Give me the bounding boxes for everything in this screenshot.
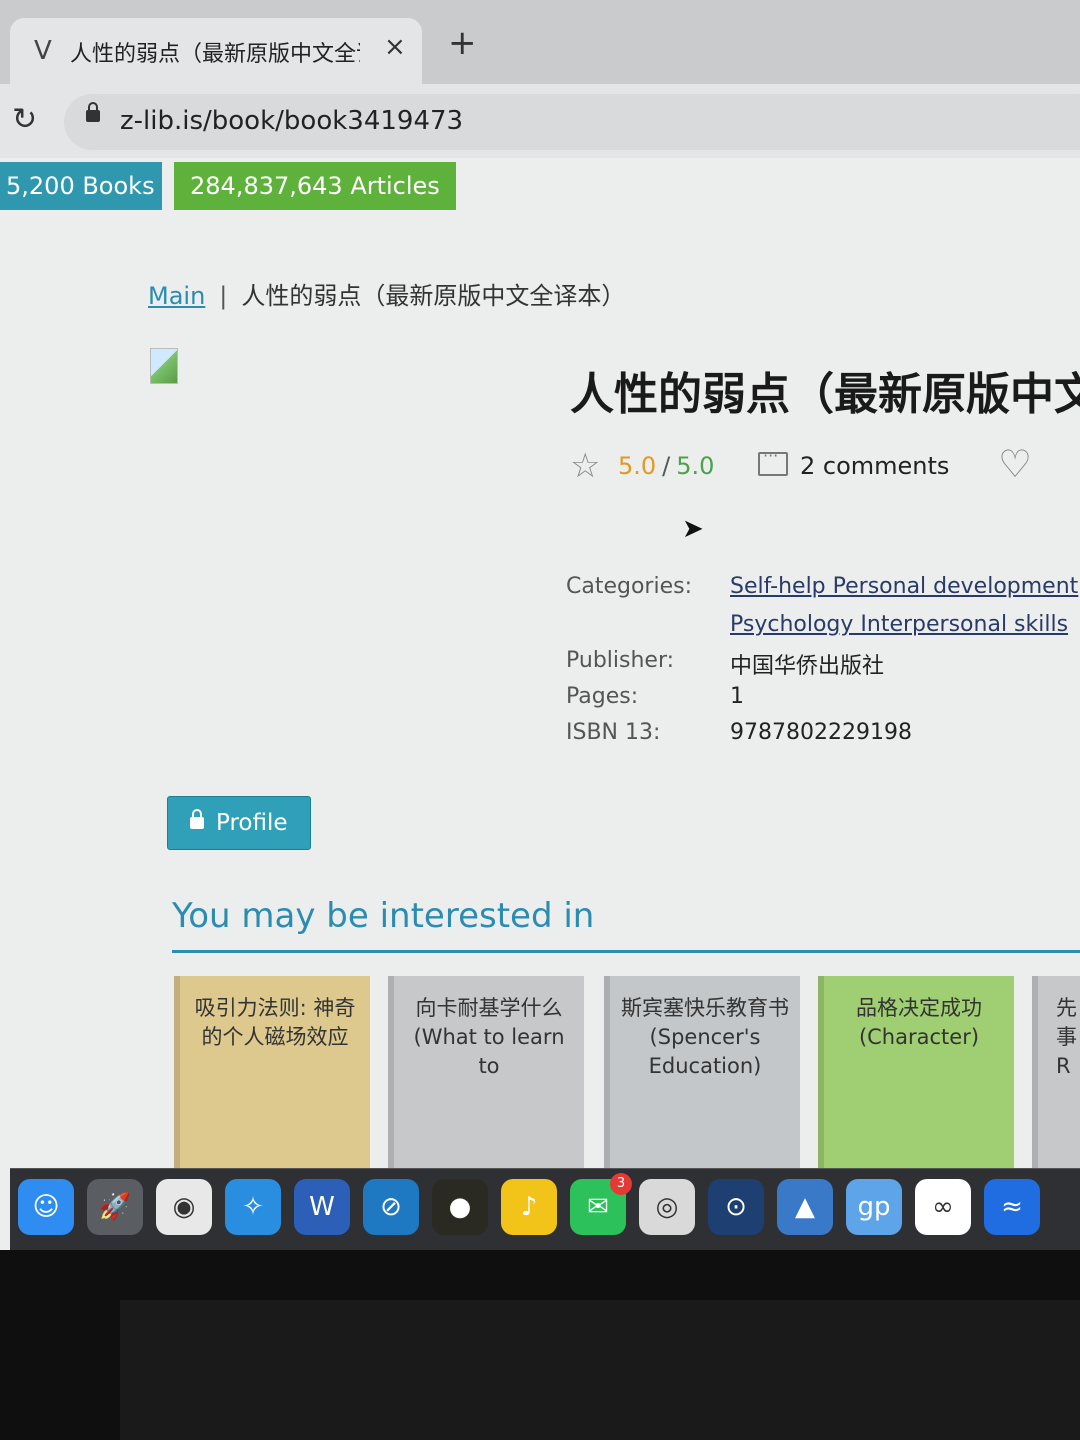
book-title: 人性的弱点（最新原版中文全译本） [570,369,1080,420]
address-bar[interactable]: z-lib.is/book/book3419473 [64,94,1080,150]
categories-label: Categories: [566,574,692,599]
breadcrumb-main-link[interactable]: Main [148,282,205,310]
baidu-netdisk-icon[interactable]: ∞ [915,1179,971,1235]
browser-toolbar: ↻ z-lib.is/book/book3419473 [0,84,1080,158]
notification-badge: 3 [610,1173,632,1195]
qq-music-icon[interactable]: ♪ [501,1179,557,1235]
rating-row: ☆ 5.0/5.0 2 comments ♡ [570,442,1080,488]
pages-label: Pages: [566,684,639,709]
pages-value: 1 [730,684,744,709]
breadcrumb-current: 人性的弱点（最新原版中文全译本） [241,282,626,310]
lock-icon [190,809,204,829]
app-icon-blue[interactable]: ⊙ [708,1179,764,1235]
macos-dock: ☺ 🚀 ◉ ✧ W ⊘ ● ♪ ✉ 3 ◎ ⊙ ▲ gp ∞ ≈ [10,1168,1080,1250]
recommended-book-title: 向卡耐基学什么 (What to learn to [413,996,565,1078]
recommended-book-title: 斯宾塞快乐教育书 (Spencer's Education) [621,996,789,1078]
chrome-icon[interactable]: ◉ [156,1179,212,1235]
rating-max: 5.0 [676,452,715,480]
breadcrumb-separator: | [219,282,228,310]
recommended-book-title: 先事R [1056,996,1077,1078]
profile-button-label: Profile [216,810,288,836]
heart-icon[interactable]: ♡ [998,442,1032,486]
gp-icon[interactable]: gp [846,1179,902,1235]
isbn-label: ISBN 13: [566,720,661,745]
category-link-self-help[interactable]: Self-help Personal development [730,574,1078,599]
site-favicon-icon: Ⅴ [34,36,52,66]
lock-icon [86,102,100,122]
app-icon[interactable]: ⊘ [363,1179,419,1235]
interested-section-title: You may be interested in [172,896,595,936]
finder-icon[interactable]: ☺ [18,1179,74,1235]
category-link-psychology[interactable]: Psychology Interpersonal skills [730,612,1068,637]
wechat-icon[interactable]: ✉ 3 [570,1173,632,1235]
publisher-value: 中国华侨出版社 [730,654,885,679]
mouse-cursor-icon: ➤ [682,514,704,544]
music-disc-icon[interactable]: ● [432,1179,488,1235]
comments-link[interactable]: 2 comments [800,452,949,480]
articles-count-badge[interactable]: 284,837,643 Articles [174,162,456,210]
books-count-badge[interactable]: 5,200 Books [0,162,162,210]
url-text[interactable]: z-lib.is/book/book3419473 [120,106,463,136]
star-icon[interactable]: ☆ [570,446,600,486]
laptop-bezel [120,1300,1080,1440]
word-icon[interactable]: W [294,1179,350,1235]
rating-score: 5.0 [618,452,657,480]
profile-button[interactable]: Profile [167,796,311,850]
breadcrumb: Main | 人性的弱点（最新原版中文全译本） [148,276,625,311]
screen: Ⅴ 人性的弱点（最新原版中文全译 × + ↻ z-lib.is/book/boo… [0,0,1080,1250]
publisher-label: Publisher: [566,648,675,673]
close-tab-icon[interactable]: × [384,32,406,62]
rating: 5.0/5.0 [618,452,714,480]
recommended-book-title: 吸引力法则: 神奇的个人磁场效应 [194,996,356,1049]
page-content: 5,200 Books 284,837,643 Articles Main | 人性… [0,158,1080,1250]
safari-icon[interactable]: ✧ [225,1179,281,1235]
tab-strip: Ⅴ 人性的弱点（最新原版中文全译 × + [0,0,1080,84]
launchpad-icon[interactable]: 🚀 [87,1179,143,1235]
browser-tab[interactable]: Ⅴ 人性的弱点（最新原版中文全译 × [10,18,422,84]
tab-title: 人性的弱点（最新原版中文全译 [70,42,360,67]
xcode-icon[interactable]: ▲ [777,1179,833,1235]
reload-icon[interactable]: ↻ [12,102,37,137]
rating-separator: / [662,452,671,480]
app-icon-wave[interactable]: ≈ [984,1179,1040,1235]
new-tab-icon[interactable]: + [448,26,477,60]
disk-utility-icon[interactable]: ◎ [639,1179,695,1235]
recommended-book-title: 品格决定成功 (Character) [856,996,982,1049]
isbn-value: 9787802229198 [730,720,912,745]
section-divider [172,950,1080,953]
comment-icon[interactable] [758,446,788,476]
book-cover-broken-image-icon [150,348,178,384]
